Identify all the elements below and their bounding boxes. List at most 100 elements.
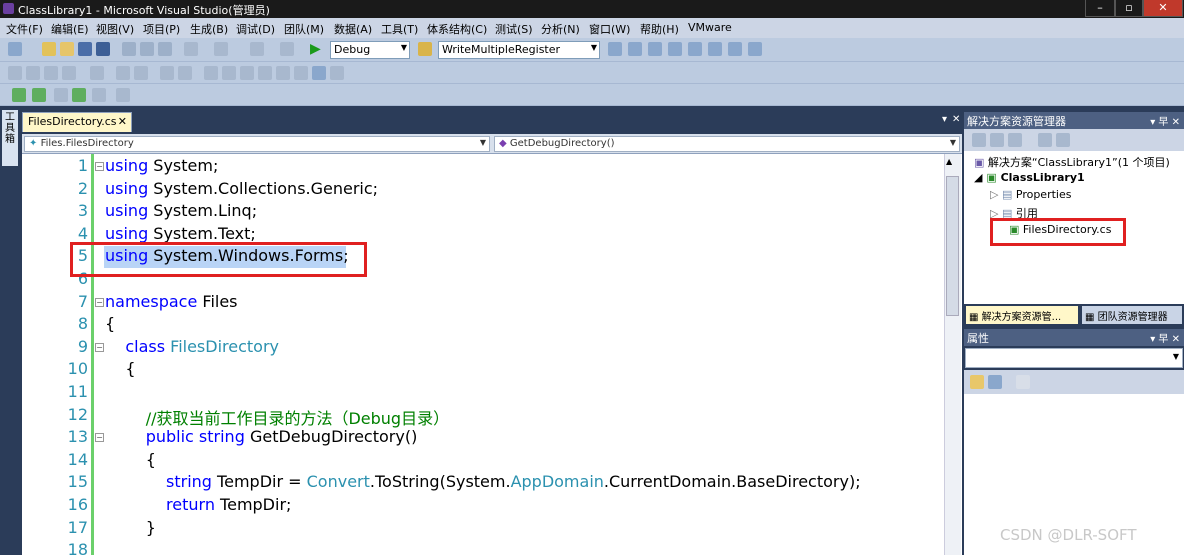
clear-bookmarks-icon[interactable] [330, 66, 344, 80]
extension-manager-icon[interactable] [728, 42, 742, 56]
class-diagram-icon[interactable] [1056, 133, 1070, 147]
solution-config-select[interactable]: Debug ▼ [330, 41, 410, 59]
find-combo[interactable]: WriteMultipleRegister ▼ [438, 41, 600, 59]
code-line: { [105, 359, 136, 378]
continue-icon[interactable] [12, 88, 26, 102]
code-line: public string GetDebugDirectory() [145, 427, 418, 446]
parameter-info-icon[interactable] [26, 66, 40, 80]
fold-toggle-icon[interactable]: − [95, 298, 104, 307]
save-icon[interactable] [78, 42, 92, 56]
chevron-down-icon: ▼ [479, 138, 486, 147]
open-file-icon[interactable] [42, 42, 56, 56]
prev-bookmark-folder-icon[interactable] [258, 66, 272, 80]
type-select[interactable]: ✦ Files.FilesDirectory ▼ [24, 136, 490, 152]
menu-window[interactable]: 窗口(W) [589, 21, 630, 37]
comment-icon[interactable] [160, 66, 174, 80]
line-number: 2 [77, 179, 88, 198]
menu-build[interactable]: 生成(B) [190, 21, 228, 37]
quick-info-icon[interactable] [8, 66, 22, 80]
break-all-icon[interactable] [32, 88, 46, 102]
next-bookmark-icon[interactable] [240, 66, 254, 80]
toolbox-icon[interactable] [688, 42, 702, 56]
object-browser-icon[interactable] [668, 42, 682, 56]
properties-object-select[interactable]: ▼ [965, 348, 1183, 368]
menu-debug[interactable]: 调试(D) [236, 21, 275, 37]
panel-pin-icon[interactable]: ▾ 早 ✕ [1150, 113, 1180, 128]
redo-icon[interactable] [214, 42, 228, 56]
properties-icon[interactable] [648, 42, 662, 56]
menu-vmware[interactable]: VMware [688, 21, 732, 34]
navigate-forward-icon[interactable] [280, 42, 294, 56]
scroll-up-icon[interactable]: ▲ [946, 157, 952, 166]
start-page-icon[interactable] [708, 42, 722, 56]
prev-bookmark-doc-icon[interactable] [294, 66, 308, 80]
fold-toggle-icon[interactable]: − [95, 343, 104, 352]
refresh-icon[interactable] [1008, 133, 1022, 147]
find-in-files-icon[interactable] [418, 42, 432, 56]
tab-team-explorer[interactable]: ▦ 团队资源管理器 [1082, 306, 1182, 324]
menu-architecture[interactable]: 体系结构(C) [427, 21, 487, 37]
member-select[interactable]: ◆ GetDebugDirectory() ▼ [494, 136, 960, 152]
alphabetical-icon[interactable] [988, 375, 1002, 389]
undo-icon[interactable] [184, 42, 198, 56]
properties-icon[interactable] [972, 133, 986, 147]
menu-view[interactable]: 视图(V) [96, 21, 134, 37]
tab-dropdown-icon[interactable]: ▾ [942, 114, 947, 125]
categorized-icon[interactable] [970, 375, 984, 389]
increase-indent-icon[interactable] [116, 66, 130, 80]
tab-solution-explorer[interactable]: ▦ 解决方案资源管... [966, 306, 1078, 324]
close-all-icon[interactable]: ✕ [952, 114, 960, 125]
prev-bookmark-icon[interactable] [222, 66, 236, 80]
copy-icon[interactable] [140, 42, 154, 56]
tree-item-properties[interactable]: ▷ ▤ Properties [990, 188, 1071, 201]
tab-files-directory[interactable]: FilesDirectory.cs ✕ [22, 112, 132, 132]
step-over-icon[interactable] [92, 88, 106, 102]
fold-toggle-icon[interactable]: − [95, 433, 104, 442]
close-icon[interactable]: ✕ [118, 115, 127, 128]
menu-project[interactable]: 项目(P) [143, 21, 180, 37]
next-bookmark-folder-icon[interactable] [276, 66, 290, 80]
command-window-icon[interactable] [748, 42, 762, 56]
menu-help[interactable]: 帮助(H) [640, 21, 679, 37]
menu-tools[interactable]: 工具(T) [381, 21, 418, 37]
breakpoints-icon[interactable] [116, 88, 130, 102]
member-list-icon[interactable] [44, 66, 58, 80]
start-debugging-icon[interactable]: ▶ [310, 41, 321, 57]
bookmark-icon[interactable] [204, 66, 218, 80]
menu-file[interactable]: 文件(F) [6, 21, 43, 37]
open-folder-icon[interactable] [60, 42, 74, 56]
decrease-indent-icon[interactable] [90, 66, 104, 80]
chevron-down-icon: ▼ [1172, 352, 1179, 361]
cut-icon[interactable] [122, 42, 136, 56]
find-icon[interactable] [608, 42, 622, 56]
toolbox-strip [0, 106, 20, 555]
close-button[interactable]: ✕ [1143, 0, 1183, 17]
property-pages-icon[interactable] [1016, 375, 1030, 389]
menu-analyze[interactable]: 分析(N) [541, 21, 580, 37]
stop-icon[interactable] [54, 88, 68, 102]
fold-toggle-icon[interactable]: − [95, 162, 104, 171]
menu-edit[interactable]: 编辑(E) [51, 21, 89, 37]
next-bookmark-doc-icon[interactable] [312, 66, 326, 80]
outdent-icon[interactable] [134, 66, 148, 80]
new-project-icon[interactable] [8, 42, 22, 56]
maximize-button[interactable]: ▫ [1115, 0, 1143, 17]
paste-icon[interactable] [158, 42, 172, 56]
tree-item-project[interactable]: ◢ ▣ ClassLibrary1 [974, 171, 1085, 184]
save-all-icon[interactable] [96, 42, 110, 56]
menu-data[interactable]: 数据(A) [334, 21, 372, 37]
menu-test[interactable]: 测试(S) [495, 21, 533, 37]
uncomment-icon[interactable] [178, 66, 192, 80]
show-all-files-icon[interactable] [990, 133, 1004, 147]
scroll-thumb[interactable] [946, 176, 959, 316]
menu-team[interactable]: 团队(M) [284, 21, 324, 37]
view-code-icon[interactable] [1038, 133, 1052, 147]
minimize-button[interactable]: – [1085, 0, 1115, 17]
panel-pin-icon[interactable]: ▾ 早 ✕ [1150, 330, 1180, 345]
toolbox-tab[interactable]: 工具箱 [2, 110, 18, 166]
tree-item-solution[interactable]: ▣ 解决方案“ClassLibrary1”(1 个项目) [974, 154, 1170, 170]
complete-word-icon[interactable] [62, 66, 76, 80]
solution-explorer-icon[interactable] [628, 42, 642, 56]
step-into-icon[interactable] [72, 88, 86, 102]
navigate-backward-icon[interactable] [250, 42, 264, 56]
